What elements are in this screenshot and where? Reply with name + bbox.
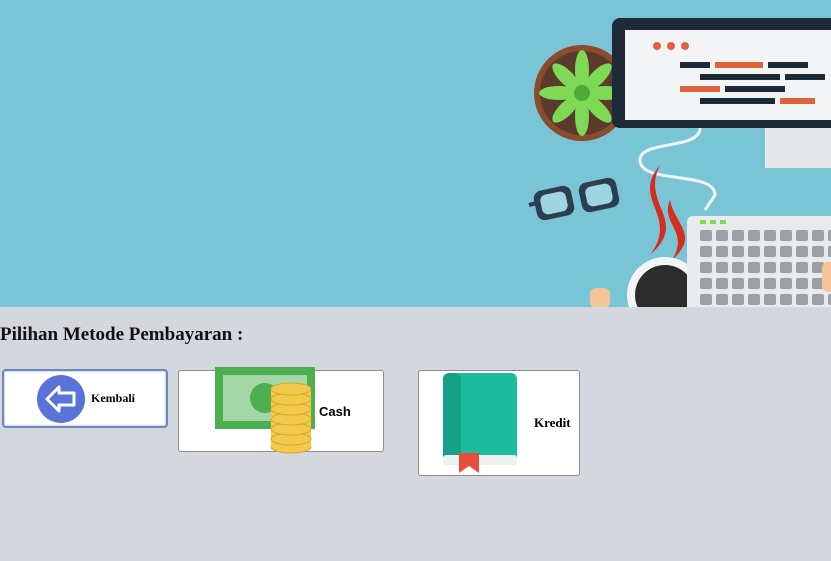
keyboard-key: [732, 262, 744, 273]
keyboard-key: [796, 262, 808, 273]
keyboard-key: [812, 294, 824, 305]
keyboard-key: [780, 278, 792, 289]
keyboard-key: [716, 262, 728, 273]
keyboard-key: [716, 246, 728, 257]
keyboard-key: [748, 262, 760, 273]
keyboard-key: [700, 230, 712, 241]
workspace-illustration: [528, 18, 831, 307]
keyboard-key: [732, 294, 744, 305]
keyboard-key: [732, 278, 744, 289]
back-button[interactable]: Kembali: [2, 369, 168, 428]
back-arrow-icon: [37, 375, 85, 423]
keyboard-key: [732, 230, 744, 241]
keyboard-key: [700, 278, 712, 289]
keyboard-key: [748, 278, 760, 289]
page-title: Pilihan Metode Pembayaran :: [0, 324, 244, 345]
cash-button-label: Cash: [319, 404, 351, 419]
keyboard-key: [764, 230, 776, 241]
header-banner: [0, 0, 831, 307]
glasses-icon: [528, 177, 620, 221]
keyboard-key: [748, 230, 760, 241]
keyboard-key: [700, 262, 712, 273]
keyboard-key: [748, 246, 760, 257]
money-coins-icon: [215, 367, 315, 454]
book-icon: [443, 373, 517, 473]
keyboard-key: [700, 294, 712, 305]
keyboard-key: [716, 278, 728, 289]
keyboard-key: [764, 294, 776, 305]
keyboard-key: [796, 230, 808, 241]
keyboard-key: [796, 246, 808, 257]
keyboard-key: [796, 294, 808, 305]
back-button-label: Kembali: [91, 391, 135, 405]
keyboard-icon: [687, 216, 831, 307]
keyboard-key: [764, 278, 776, 289]
keyboard-key: [780, 230, 792, 241]
keyboard-key: [716, 294, 728, 305]
keyboard-key: [764, 246, 776, 257]
keyboard-key: [780, 262, 792, 273]
keyboard-key: [780, 294, 792, 305]
keyboard-key: [748, 294, 760, 305]
kredit-button-label: Kredit: [534, 415, 571, 430]
keyboard-key: [780, 246, 792, 257]
keyboard-key: [796, 278, 808, 289]
keyboard-key: [732, 246, 744, 257]
keyboard-key: [764, 262, 776, 273]
keyboard-key: [812, 246, 824, 257]
keyboard-key: [812, 230, 824, 241]
kredit-button[interactable]: Kredit: [418, 370, 580, 476]
monitor-icon: [612, 18, 831, 168]
cash-button[interactable]: Cash: [178, 367, 384, 454]
keyboard-key: [700, 246, 712, 257]
coffee-cup-icon: [590, 257, 703, 307]
keyboard-key: [716, 230, 728, 241]
